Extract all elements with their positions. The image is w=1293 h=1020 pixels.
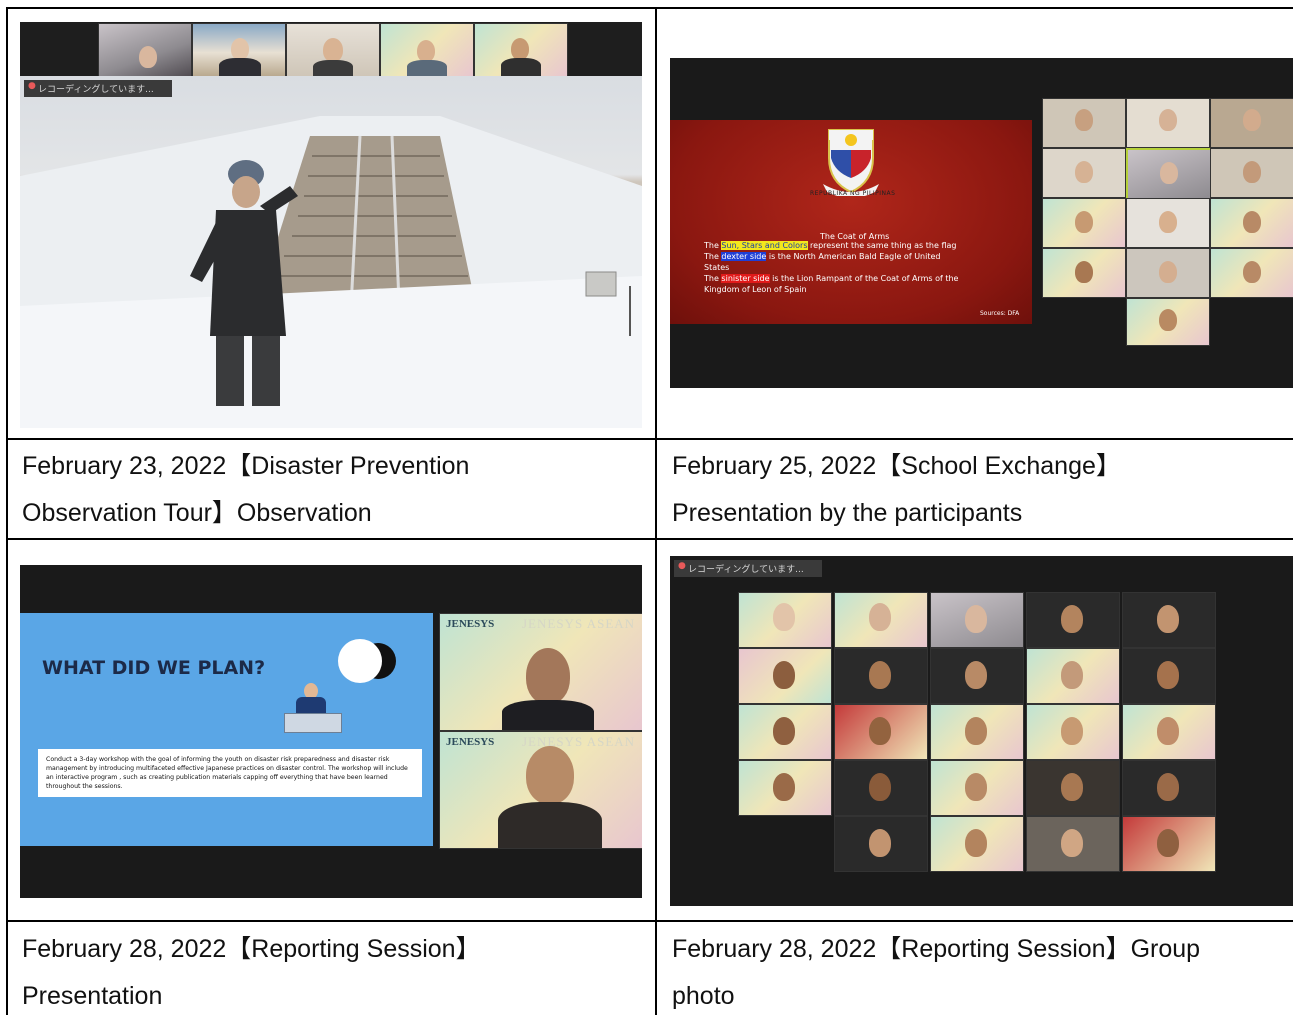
recording-indicator: レコーディングしています... xyxy=(24,80,172,97)
caption-reporting-presentation: February 28, 2022【Reporting Session】 Pre… xyxy=(22,926,652,1020)
participant-thumbnail xyxy=(1126,148,1212,200)
caption-line: photo xyxy=(672,982,735,1010)
coat-of-arms-ribbon: REPUBLIKA NG PILIPINAS xyxy=(810,190,896,197)
grid-line-row2 xyxy=(6,538,1293,540)
participant-thumbnail xyxy=(930,816,1024,872)
participant-thumbnail xyxy=(192,23,286,77)
participant-thumbnail xyxy=(1026,704,1120,760)
participant-video-bottom: JENESYS JENESYS ASEAN xyxy=(439,731,642,849)
coat-of-arms-line3: States xyxy=(704,263,730,272)
coat-of-arms-icon xyxy=(823,129,879,196)
participant-thumbnail xyxy=(380,23,474,77)
coat-of-arms-line4: The sinister side is the Lion Rampant of… xyxy=(704,274,959,283)
participant-thumbnail xyxy=(1042,248,1126,298)
plan-slide: WHAT DID WE PLAN? Conduct a 3-day worksh… xyxy=(20,613,433,846)
participant-thumbnail xyxy=(1026,648,1120,704)
participant-thumbnail xyxy=(1210,148,1293,198)
caption-line: February 23, 2022【Disaster Prevention xyxy=(22,452,470,480)
participant-thumbnail xyxy=(1042,148,1126,198)
participant-video-top: JENESYS JENESYS ASEAN xyxy=(439,613,642,731)
decorative-circle-icon xyxy=(338,639,382,683)
participant-thumbnail xyxy=(98,23,192,77)
participant-thumbnail xyxy=(1122,816,1216,872)
group-video-gallery xyxy=(738,592,1216,872)
grid-line-left xyxy=(6,7,8,1015)
participant-thumbnail xyxy=(834,816,928,872)
caption-disaster-prevention-tour: February 23, 2022【Disaster Prevention Ob… xyxy=(22,443,652,537)
snow-scene-graphic xyxy=(20,116,642,428)
participant-thumbnail xyxy=(1122,648,1216,704)
participant-thumbnail xyxy=(834,592,928,648)
main-video-snow-scene: レコーディングしています... xyxy=(20,76,642,428)
participant-thumbnail xyxy=(738,592,832,648)
participant-thumbnail xyxy=(738,704,832,760)
participant-thumbnail xyxy=(1126,248,1210,298)
participant-thumbnail xyxy=(930,760,1024,816)
participant-thumbnail xyxy=(930,704,1024,760)
coat-of-arms-line1: The Sun, Stars and Colors represent the … xyxy=(704,241,957,250)
photo-grid: レコーディングしています... REPUBLIKA NG PILIPINAS T… xyxy=(0,0,1293,1015)
participant-thumbnail xyxy=(1122,704,1216,760)
coat-of-arms-slide: REPUBLIKA NG PILIPINAS The Coat of Arms … xyxy=(670,120,1032,324)
participant-thumbnail xyxy=(834,704,928,760)
participant-thumbnail xyxy=(834,760,928,816)
participant-thumbnail xyxy=(1210,98,1293,148)
photo-school-exchange: REPUBLIKA NG PILIPINAS The Coat of Arms … xyxy=(670,58,1293,388)
participant-thumbnail xyxy=(1026,816,1120,872)
participant-thumbnail xyxy=(1026,592,1120,648)
coat-of-arms-line5: Kingdom of Leon of Spain xyxy=(704,285,807,294)
caption-line: Presentation by the participants xyxy=(672,499,1023,527)
participant-thumbnail xyxy=(834,648,928,704)
participant-thumbnail xyxy=(1126,98,1210,148)
caption-line: February 25, 2022【School Exchange】 xyxy=(672,452,1121,480)
participant-thumbnail xyxy=(930,648,1024,704)
grid-line-middle xyxy=(655,7,657,1015)
participant-thumbnail xyxy=(1126,298,1210,346)
participant-thumbnail xyxy=(1126,198,1210,248)
recording-indicator: レコーディングしています... xyxy=(674,560,822,577)
grid-line-top xyxy=(6,7,1293,9)
plan-slide-title: WHAT DID WE PLAN? xyxy=(42,657,266,679)
slide-source: Sources: DFA xyxy=(980,310,1020,317)
participant-thumbnail xyxy=(738,648,832,704)
photo-reporting-presentation: WHAT DID WE PLAN? Conduct a 3-day worksh… xyxy=(20,565,642,898)
presenter-laptop-icon xyxy=(284,683,342,733)
grid-line-row1 xyxy=(6,438,1293,440)
participant-thumbnail xyxy=(1210,198,1293,248)
video-gallery-strip xyxy=(20,22,642,77)
photo-disaster-prevention-tour: レコーディングしています... xyxy=(20,22,642,428)
participant-thumbnail xyxy=(1042,98,1126,148)
participant-thumbnail xyxy=(1122,760,1216,816)
participant-thumbnail xyxy=(1210,248,1293,298)
caption-school-exchange: February 25, 2022【School Exchange】 Prese… xyxy=(672,443,1293,537)
participant-thumbnail xyxy=(738,760,832,816)
caption-line: February 28, 2022【Reporting Session】 xyxy=(22,935,481,963)
coat-of-arms-line2: The dexter side is the North American Ba… xyxy=(704,252,941,261)
coat-of-arms-title: The Coat of Arms xyxy=(820,232,890,241)
participant-thumbnail xyxy=(1042,198,1126,248)
photo-group-photo: レコーディングしています... xyxy=(670,556,1293,906)
video-gallery-grid xyxy=(1042,98,1293,346)
participant-thumbnail xyxy=(286,23,380,77)
participant-thumbnail xyxy=(1026,760,1120,816)
participant-thumbnail xyxy=(1122,592,1216,648)
grid-line-row3 xyxy=(6,920,1293,922)
participant-thumbnail xyxy=(930,592,1024,648)
caption-group-photo: February 28, 2022【Reporting Session】Grou… xyxy=(672,926,1293,1020)
participant-thumbnail xyxy=(474,23,568,77)
caption-line: Presentation xyxy=(22,982,163,1010)
plan-slide-body: Conduct a 3-day workshop with the goal o… xyxy=(38,749,422,797)
caption-line: Observation Tour】Observation xyxy=(22,499,372,527)
caption-line: February 28, 2022【Reporting Session】Grou… xyxy=(672,935,1201,963)
